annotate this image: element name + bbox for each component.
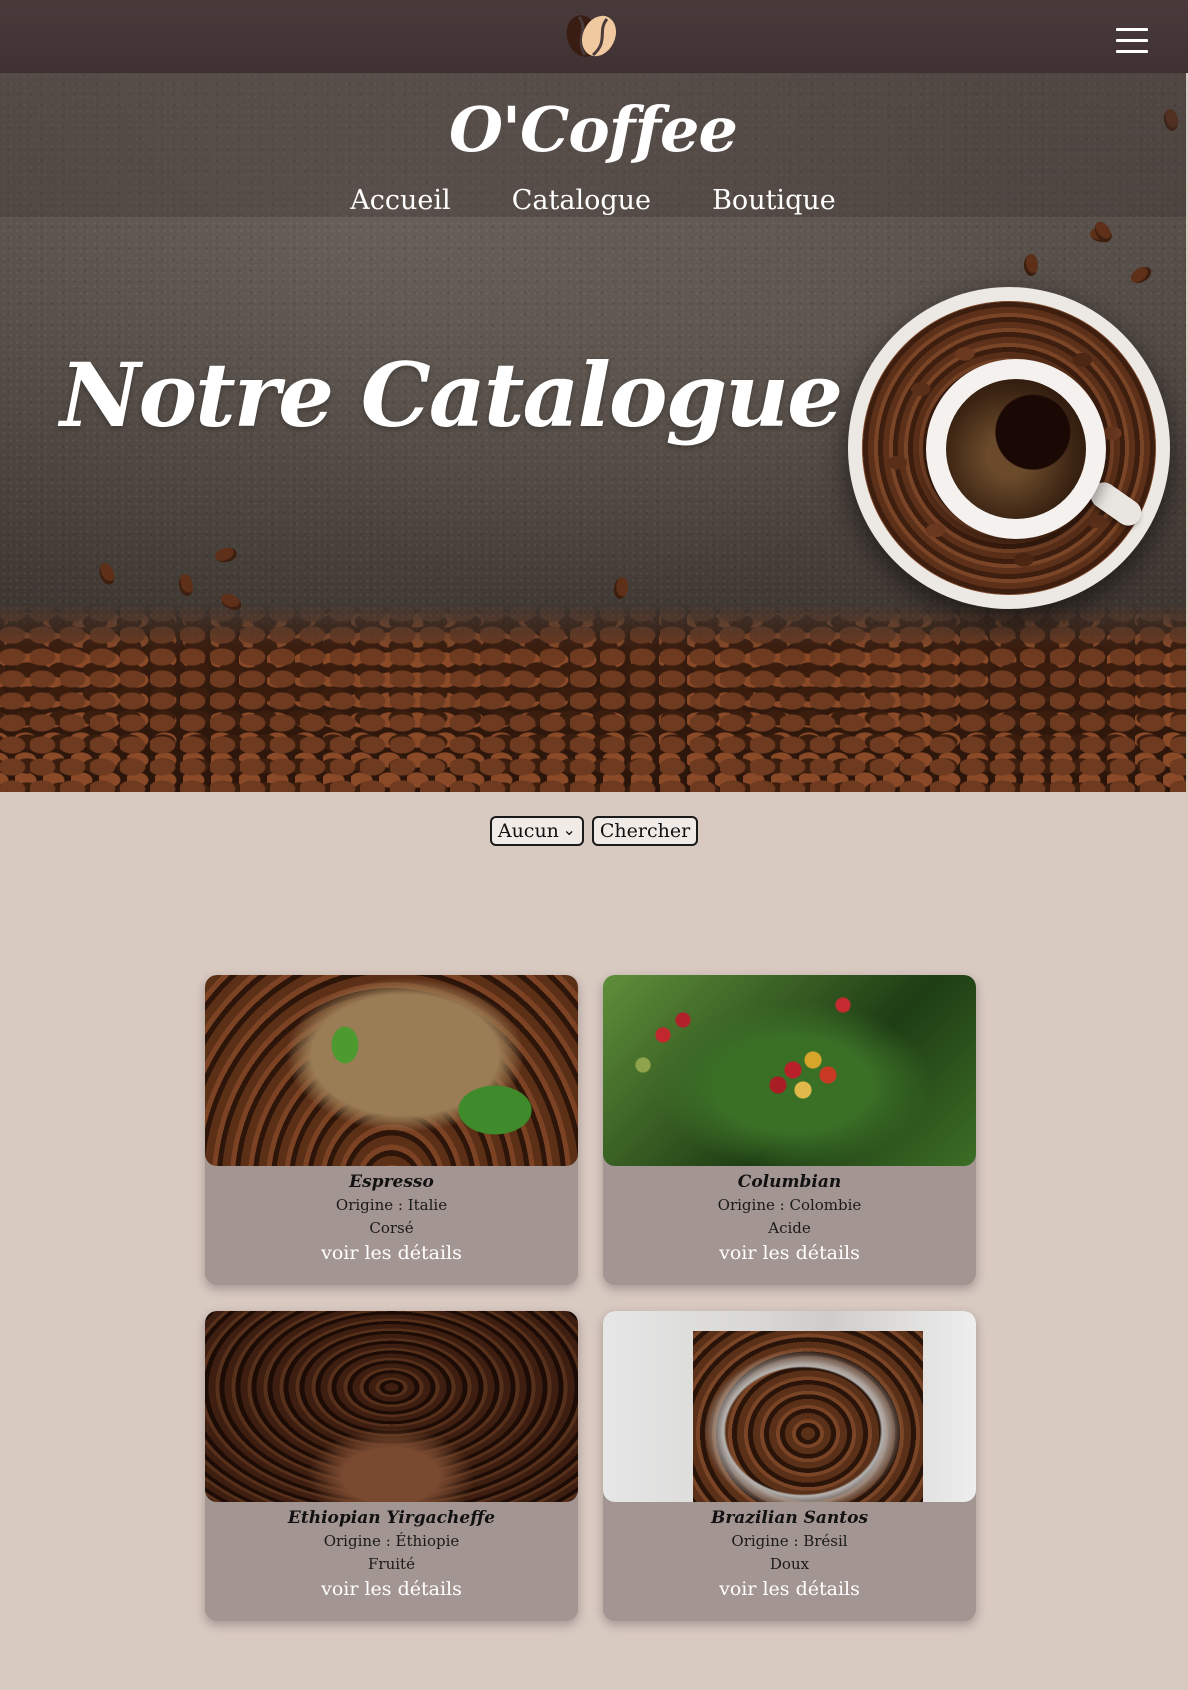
page-title: Notre Catalogue	[60, 343, 843, 447]
category-select[interactable]: Aucun ⌄	[489, 816, 584, 846]
brand-title: O'Coffee	[449, 93, 738, 166]
coffee-beans-pile	[0, 603, 1186, 792]
nav-link-accueil[interactable]: Accueil	[350, 185, 450, 216]
coffee-bean-icon[interactable]	[561, 11, 621, 61]
product-name: Espresso	[349, 1172, 434, 1192]
top-bar	[0, 0, 1188, 73]
filter-bar: Aucun ⌄ Chercher	[0, 816, 1188, 846]
select-value: Aucun	[497, 820, 559, 842]
product-name: Columbian	[737, 1172, 842, 1192]
product-image	[205, 1311, 578, 1502]
nav-link-boutique[interactable]: Boutique	[712, 185, 836, 216]
product-name: Brazilian Santos	[710, 1508, 869, 1528]
details-link[interactable]: voir les détails	[205, 1578, 578, 1600]
product-note: Fruité	[368, 1555, 415, 1573]
product-card: Ethiopian Yirgacheffe Origine : Éthiopie…	[205, 1311, 578, 1621]
product-origin: Origine : Colombie	[717, 1196, 862, 1214]
main-nav: Accueil Catalogue Boutique	[0, 185, 1186, 216]
product-origin: Origine : Brésil	[731, 1532, 848, 1550]
details-link[interactable]: voir les détails	[205, 1242, 578, 1264]
chevron-down-icon: ⌄	[562, 820, 576, 839]
nav-link-catalogue[interactable]: Catalogue	[512, 185, 651, 216]
details-link[interactable]: voir les détails	[603, 1242, 976, 1264]
product-card: Espresso Origine : Italie Corsé voir les…	[205, 975, 578, 1285]
product-note: Doux	[769, 1555, 810, 1573]
search-button[interactable]: Chercher	[591, 816, 699, 846]
coffee-bean-decoration	[1024, 254, 1038, 276]
hamburger-menu-icon[interactable]	[1116, 28, 1148, 54]
product-note: Acide	[768, 1219, 811, 1237]
product-name: Ethiopian Yirgacheffe	[287, 1508, 496, 1528]
product-card: Brazilian Santos Origine : Brésil Doux v…	[603, 1311, 976, 1621]
coffee-surface	[946, 379, 1086, 519]
hero-banner: O'Coffee Accueil Catalogue Boutique Notr…	[0, 73, 1186, 792]
product-note: Corsé	[369, 1219, 414, 1237]
product-origin: Origine : Italie	[335, 1196, 448, 1214]
product-image	[603, 1311, 976, 1502]
product-card: Columbian Origine : Colombie Acide voir …	[603, 975, 976, 1285]
product-image	[603, 975, 976, 1166]
details-link[interactable]: voir les détails	[603, 1578, 976, 1600]
product-origin: Origine : Éthiopie	[323, 1532, 460, 1550]
product-image	[205, 975, 578, 1166]
